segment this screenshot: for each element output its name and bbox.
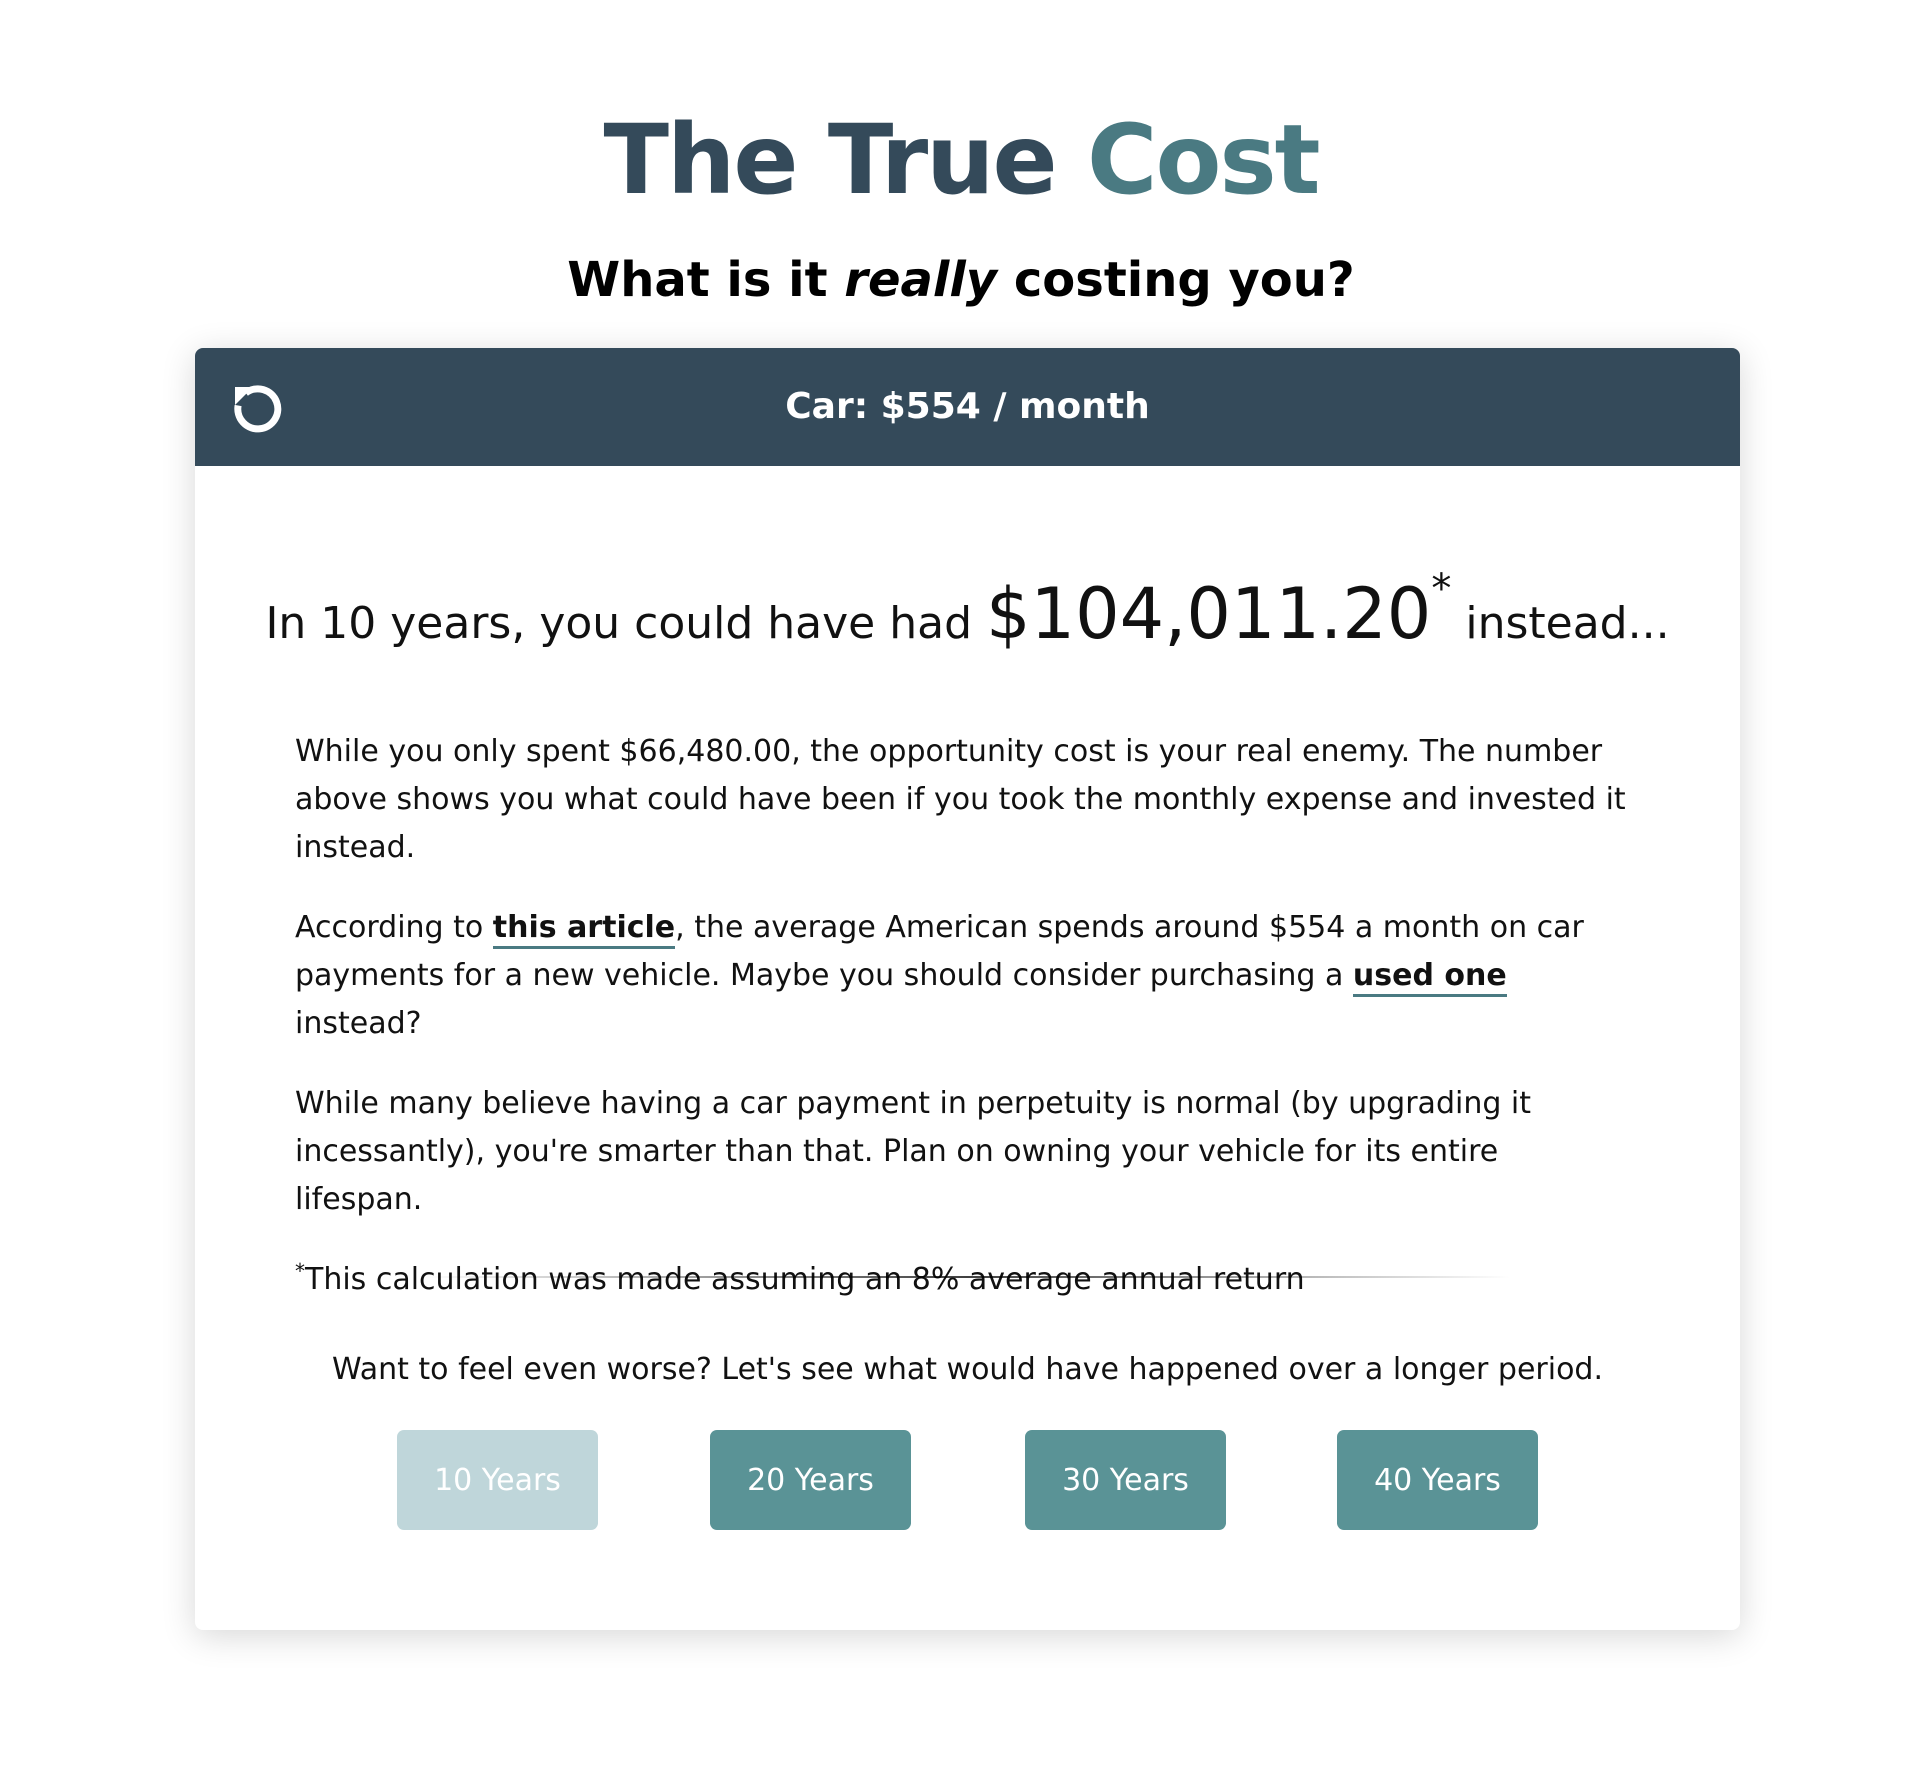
result-card: Car: $554 / month In 10 years, you could… bbox=[195, 348, 1740, 1630]
subtitle-after: costing you? bbox=[1013, 252, 1355, 308]
divider bbox=[425, 1276, 1510, 1278]
page-title-part2: Cost bbox=[1087, 104, 1320, 216]
reset-icon[interactable] bbox=[231, 380, 285, 434]
headline: In 10 years, you could have had $104,011… bbox=[195, 569, 1740, 655]
headline-marker: * bbox=[1431, 566, 1452, 612]
page-subtitle: What is it really costing you? bbox=[0, 248, 1922, 312]
40-years-button[interactable]: 40 Years bbox=[1337, 1430, 1538, 1530]
footnote-text: This calculation was made assuming an 8%… bbox=[305, 1262, 1305, 1297]
card-header-title: Car: $554 / month bbox=[785, 386, 1150, 427]
page-title: The True Cost bbox=[0, 95, 1922, 225]
used-one-link[interactable]: used one bbox=[1352, 958, 1507, 997]
page-title-part1: The True bbox=[603, 104, 1058, 216]
footnote-marker: * bbox=[295, 1259, 305, 1283]
explanation: While you only spent $66,480.00, the opp… bbox=[295, 728, 1635, 1336]
paragraph-article-before: According to bbox=[295, 910, 484, 945]
subtitle-before: What is it bbox=[567, 252, 828, 308]
this-article-link[interactable]: this article bbox=[492, 910, 676, 949]
footnote: *This calculation was made assuming an 8… bbox=[295, 1256, 1635, 1304]
headline-suffix: instead... bbox=[1465, 598, 1670, 649]
paragraph-perpetuity: While many believe having a car payment … bbox=[295, 1086, 1532, 1217]
paragraph-spent: While you only spent $66,480.00, the opp… bbox=[295, 734, 1626, 865]
subtitle-emphasis: really bbox=[844, 252, 998, 308]
30-years-button[interactable]: 30 Years bbox=[1025, 1430, 1226, 1530]
10-years-button[interactable]: 10 Years bbox=[397, 1430, 598, 1530]
longer-period-prompt: Want to feel even worse? Let's see what … bbox=[331, 1352, 1604, 1387]
paragraph-article-after: instead? bbox=[295, 1006, 422, 1041]
period-buttons: 10 Years 20 Years 30 Years 40 Years bbox=[397, 1430, 1538, 1530]
card-header: Car: $554 / month bbox=[195, 348, 1740, 466]
headline-amount: $104,011.20 bbox=[986, 573, 1432, 655]
20-years-button[interactable]: 20 Years bbox=[710, 1430, 911, 1530]
headline-prefix: In 10 years, you could have had bbox=[265, 598, 973, 649]
paragraph-article: According to this article, the average A… bbox=[295, 904, 1635, 1048]
